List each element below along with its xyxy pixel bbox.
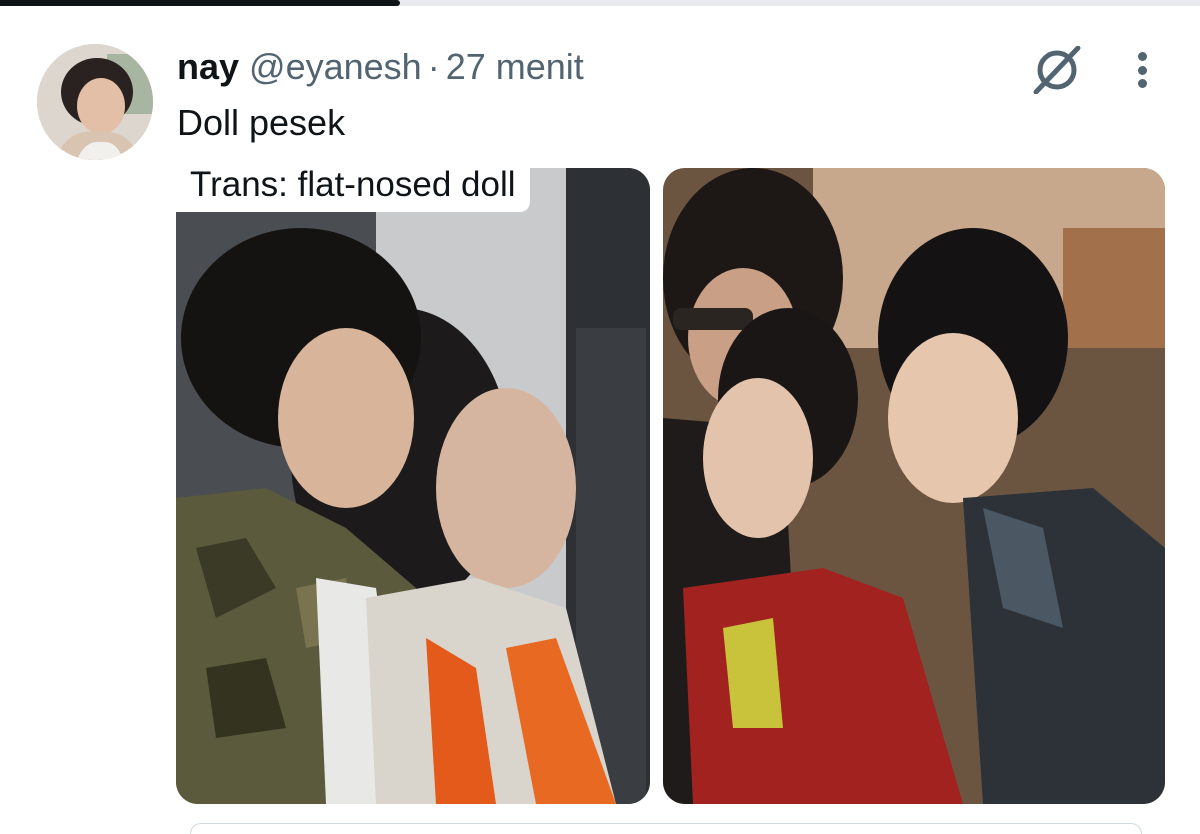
more-dot — [1137, 65, 1147, 75]
media-progress-bar — [0, 0, 1200, 6]
avatar[interactable] — [37, 44, 153, 160]
media-photo-1[interactable] — [176, 168, 650, 804]
media-photo-2[interactable] — [663, 168, 1165, 804]
tweet-text: Doll pesek — [177, 102, 346, 143]
media-progress-fill — [0, 0, 400, 6]
next-card-edge — [190, 823, 1142, 834]
more-vertical-icon[interactable] — [1122, 48, 1162, 92]
media-grid — [176, 168, 1165, 804]
media-caption: Trans: flat-nosed doll — [176, 158, 530, 212]
separator-dot: · — [427, 46, 440, 87]
grok-icon[interactable] — [1030, 45, 1084, 95]
more-dot — [1137, 79, 1147, 88]
display-name[interactable]: nay — [177, 46, 239, 88]
more-dot — [1137, 52, 1147, 61]
tweet-header: nay @eyanesh · 27 menit — [177, 44, 584, 90]
user-handle[interactable]: @eyanesh — [249, 46, 422, 88]
timestamp[interactable]: 27 menit — [446, 46, 584, 88]
